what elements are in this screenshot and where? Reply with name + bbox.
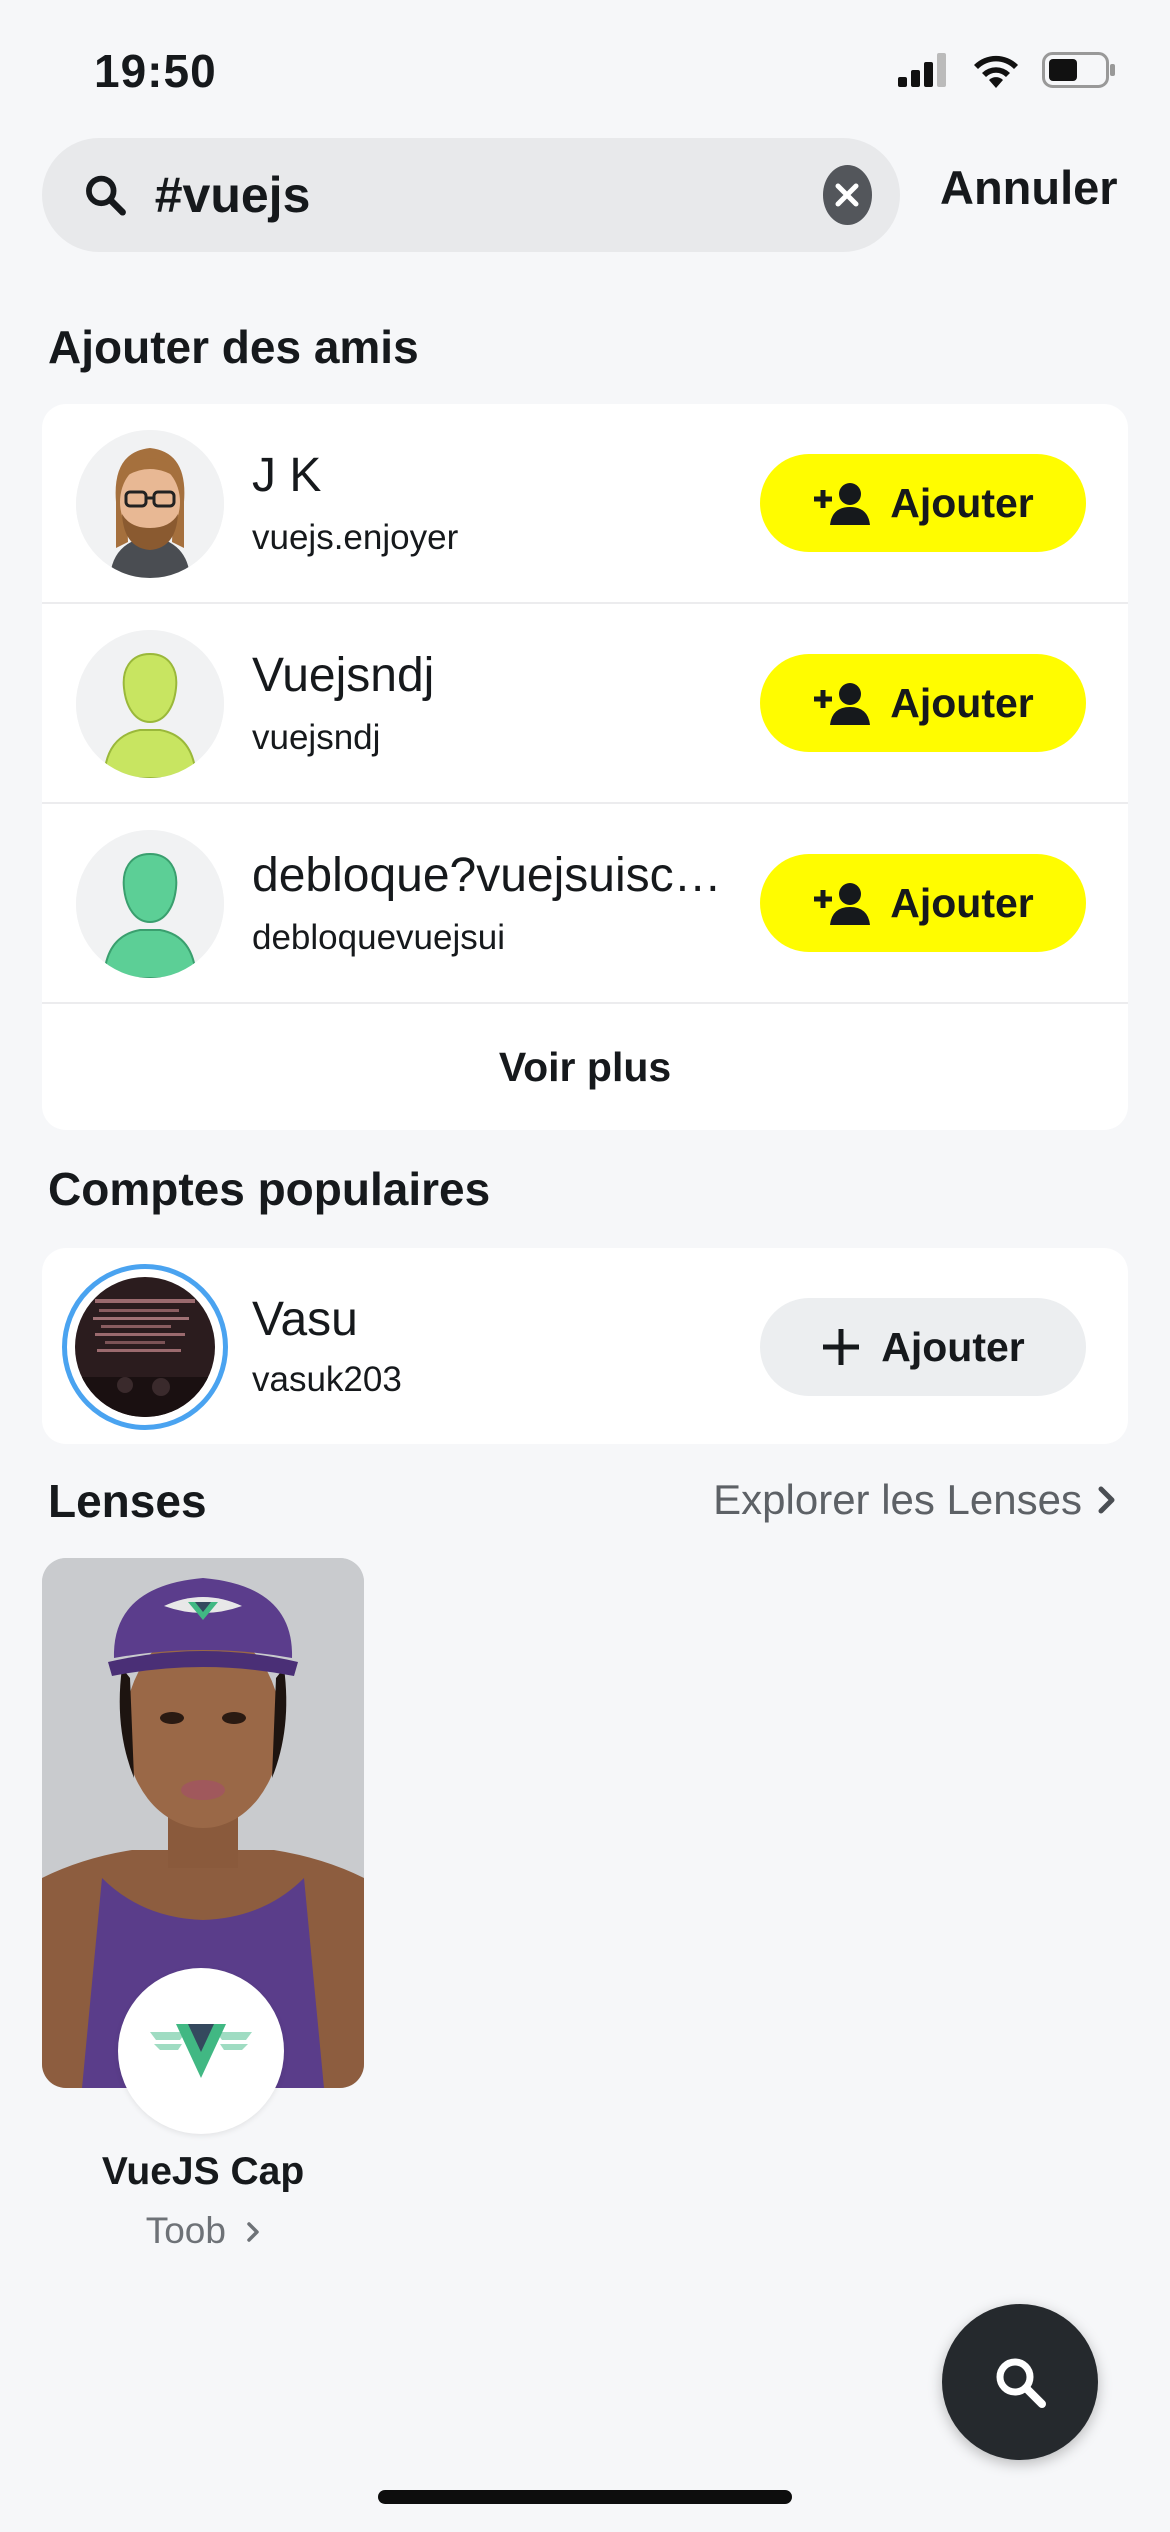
chevron-right-icon [1098, 1486, 1115, 1514]
avatar[interactable] [62, 1264, 228, 1430]
avatar[interactable] [76, 430, 224, 578]
status-time: 19:50 [94, 45, 217, 97]
vue-logo-icon [150, 2024, 252, 2078]
friend-name: J K [252, 449, 322, 502]
wifi-icon [974, 55, 1018, 88]
bitmoji-avatar-icon [76, 430, 224, 578]
lenses-title: Lenses [48, 1475, 207, 1527]
friend-suggestion-row[interactable]: debloque?vuejsuisc… debloquevuejsui Ajou… [42, 804, 1128, 1004]
add-friend-button[interactable]: Ajouter [760, 454, 1086, 552]
explore-lenses-link[interactable]: Explorer les Lenses [713, 1476, 1116, 1524]
friend-name: debloque?vuejsuisc… [252, 849, 722, 902]
popular-account-row[interactable]: Vasu vasuk203 Ajouter [42, 1248, 1128, 1444]
home-indicator [378, 2490, 792, 2504]
friend-name: Vuejsndj [252, 649, 435, 702]
search-input[interactable] [154, 166, 823, 224]
default-avatar-icon [76, 830, 224, 978]
see-more-button[interactable]: Voir plus [42, 1004, 1128, 1130]
friend-username: vuejsndj [252, 718, 381, 757]
add-account-button[interactable]: Ajouter [760, 1298, 1086, 1396]
chevron-right-icon [247, 2222, 259, 2242]
default-avatar-icon [76, 630, 224, 778]
search-icon [996, 2358, 1046, 2408]
clear-search-button[interactable] [822, 165, 872, 225]
lens-creator-name: Toob [145, 2210, 226, 2251]
search-bar[interactable] [42, 138, 900, 252]
add-user-icon [814, 483, 871, 525]
friend-suggestion-row[interactable]: Vuejsndj vuejsndj Ajouter [42, 604, 1128, 804]
close-icon [835, 183, 859, 207]
avatar[interactable] [76, 630, 224, 778]
friend-username: debloquevuejsui [252, 918, 505, 957]
explore-lenses-label: Explorer les Lenses [713, 1476, 1082, 1523]
story-thumbnail-icon [75, 1277, 215, 1417]
friend-username: vuejs.enjoyer [252, 518, 459, 557]
lens-icon[interactable] [118, 1968, 284, 2134]
cancel-button[interactable]: Annuler [940, 160, 1118, 215]
add-friends-title: Ajouter des amis [48, 321, 419, 373]
search-icon [86, 175, 126, 216]
battery-icon [1042, 52, 1115, 88]
add-friends-card: J K vuejs.enjoyer Ajouter Vuejsndj vuejs… [42, 404, 1128, 1130]
popular-accounts-card: Vasu vasuk203 Ajouter [42, 1248, 1128, 1444]
plus-icon [823, 1329, 860, 1365]
signal-icon [898, 53, 946, 87]
add-friend-button[interactable]: Ajouter [760, 854, 1086, 952]
avatar[interactable] [76, 830, 224, 978]
account-name: Vasu [252, 1293, 358, 1346]
add-button-label: Ajouter [890, 879, 1034, 926]
add-button-label: Ajouter [890, 479, 1034, 526]
add-button-label: Ajouter [890, 679, 1034, 726]
status-icons [898, 52, 1116, 88]
lens-creator-link[interactable]: Toob [42, 2210, 364, 2252]
friend-suggestion-row[interactable]: J K vuejs.enjoyer Ajouter [42, 404, 1128, 604]
add-user-icon [814, 883, 871, 925]
floating-search-button[interactable] [942, 2304, 1098, 2460]
popular-accounts-title: Comptes populaires [48, 1163, 491, 1215]
add-button-label: Ajouter [881, 1323, 1025, 1370]
add-user-icon [814, 683, 871, 725]
lens-name[interactable]: VueJS Cap [42, 2150, 364, 2194]
add-friend-button[interactable]: Ajouter [760, 654, 1086, 752]
account-username: vasuk203 [252, 1360, 402, 1399]
